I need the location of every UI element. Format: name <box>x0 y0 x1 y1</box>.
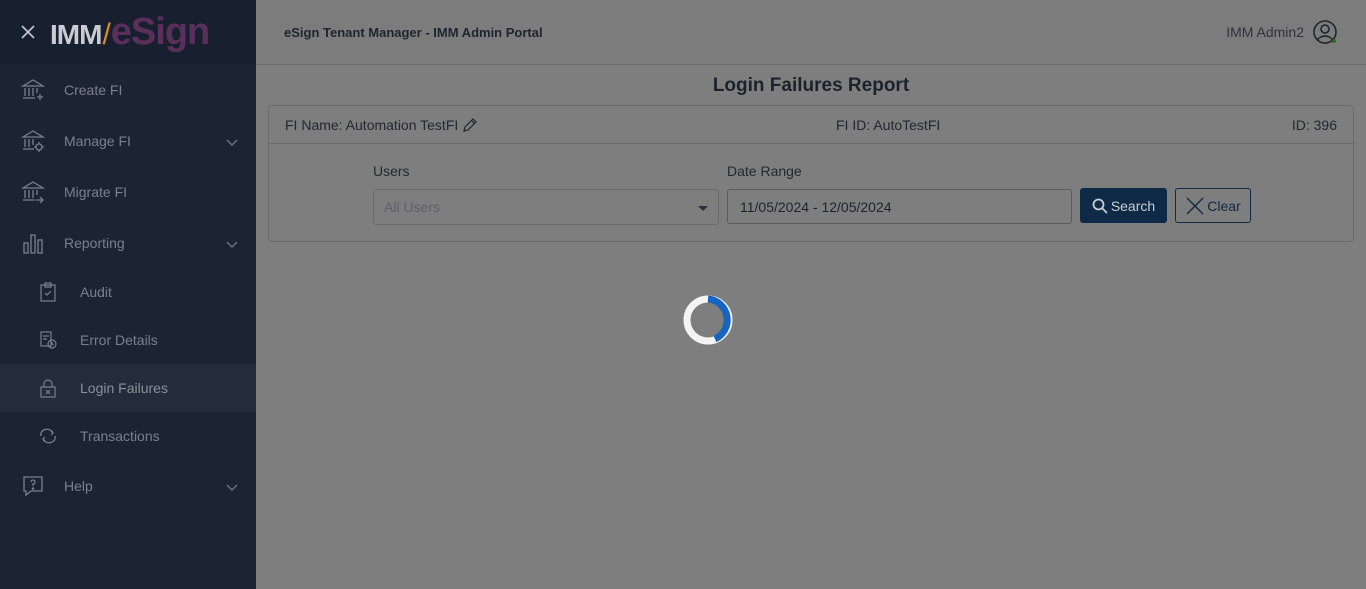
logo-imm: IMM <box>50 18 102 50</box>
clear-button[interactable]: Clear <box>1175 188 1251 223</box>
fi-info-bar: FI Name: Automation TestFI FI ID: AutoTe… <box>269 106 1353 144</box>
caret-down-icon <box>698 206 708 211</box>
users-select-value: All Users <box>384 199 441 215</box>
lock-x-icon <box>38 378 58 398</box>
logo: IMM / eSign <box>50 10 210 54</box>
sidebar: IMM / eSign Create FI Manage FI Migrate … <box>0 0 256 589</box>
user-avatar-icon[interactable] <box>1312 19 1338 45</box>
sidebar-item-label: Create FI <box>64 81 123 98</box>
clear-button-label: Clear <box>1207 197 1241 214</box>
search-button[interactable]: Search <box>1080 188 1167 223</box>
users-label: Users <box>373 163 410 179</box>
brand-bar: IMM / eSign <box>0 0 256 64</box>
chevron-down-icon <box>226 236 238 252</box>
date-range-label: Date Range <box>727 163 802 179</box>
close-icon <box>1186 197 1204 214</box>
fi-id: FI ID: AutoTestFI <box>836 117 941 133</box>
sidebar-item-transactions[interactable]: Transactions <box>0 412 256 460</box>
doc-clock-icon <box>38 330 58 350</box>
pencil-icon[interactable] <box>462 117 478 133</box>
bank-add-icon <box>20 77 46 103</box>
bank-gear-icon <box>20 128 46 154</box>
report-card: FI Name: Automation TestFI FI ID: AutoTe… <box>268 105 1354 242</box>
sidebar-item-label: Login Failures <box>80 380 168 396</box>
sidebar-item-label: Help <box>64 477 93 494</box>
user-menu[interactable]: IMM Admin2 <box>1226 19 1338 45</box>
fi-numeric-id: ID: 396 <box>1291 117 1337 133</box>
main-content: eSign Tenant Manager - IMM Admin Portal … <box>256 0 1366 589</box>
sidebar-item-error-details[interactable]: Error Details <box>0 316 256 364</box>
help-bubble-icon <box>20 473 46 499</box>
sidebar-item-manage-fi[interactable]: Manage FI <box>0 115 256 166</box>
date-range-value: 11/05/2024 - 12/05/2024 <box>740 198 892 215</box>
sidebar-item-login-failures[interactable]: Login Failures <box>0 364 256 412</box>
sidebar-item-label: Reporting <box>64 234 125 251</box>
page-title: Login Failures Report <box>712 75 910 96</box>
refresh-icon <box>38 426 58 446</box>
sidebar-item-migrate-fi[interactable]: Migrate FI <box>0 166 256 217</box>
sidebar-item-label: Transactions <box>80 428 160 444</box>
chevron-down-icon <box>226 134 238 150</box>
clipboard-check-icon <box>38 282 58 302</box>
loading-spinner-icon <box>682 294 734 346</box>
date-range-input[interactable]: 11/05/2024 - 12/05/2024 <box>727 189 1072 224</box>
users-select[interactable]: All Users <box>373 189 719 225</box>
sidebar-item-audit[interactable]: Audit <box>0 268 256 316</box>
fi-name: FI Name: Automation TestFI <box>285 117 478 133</box>
sidebar-item-label: Error Details <box>80 332 158 348</box>
chevron-down-icon <box>226 479 238 495</box>
portal-title: eSign Tenant Manager - IMM Admin Portal <box>284 24 543 40</box>
user-name: IMM Admin2 <box>1226 24 1304 40</box>
search-button-label: Search <box>1110 197 1156 214</box>
sidebar-item-label: Migrate FI <box>64 183 128 200</box>
sidebar-nav: Create FI Manage FI Migrate FI Reporting <box>0 64 256 511</box>
logo-slash: / <box>102 17 110 51</box>
close-icon[interactable] <box>18 22 38 42</box>
logo-esign: eSign <box>110 10 210 53</box>
sidebar-item-label: Manage FI <box>64 132 131 149</box>
bar-chart-icon <box>20 230 46 256</box>
top-bar: eSign Tenant Manager - IMM Admin Portal … <box>256 0 1366 65</box>
sidebar-item-reporting[interactable]: Reporting <box>0 217 256 268</box>
sidebar-item-help[interactable]: Help <box>0 460 256 511</box>
bank-arrow-icon <box>20 179 46 205</box>
search-icon <box>1092 198 1108 214</box>
sidebar-item-label: Audit <box>80 284 112 300</box>
fi-name-text: FI Name: Automation TestFI <box>285 116 459 133</box>
sidebar-item-create-fi[interactable]: Create FI <box>0 64 256 115</box>
